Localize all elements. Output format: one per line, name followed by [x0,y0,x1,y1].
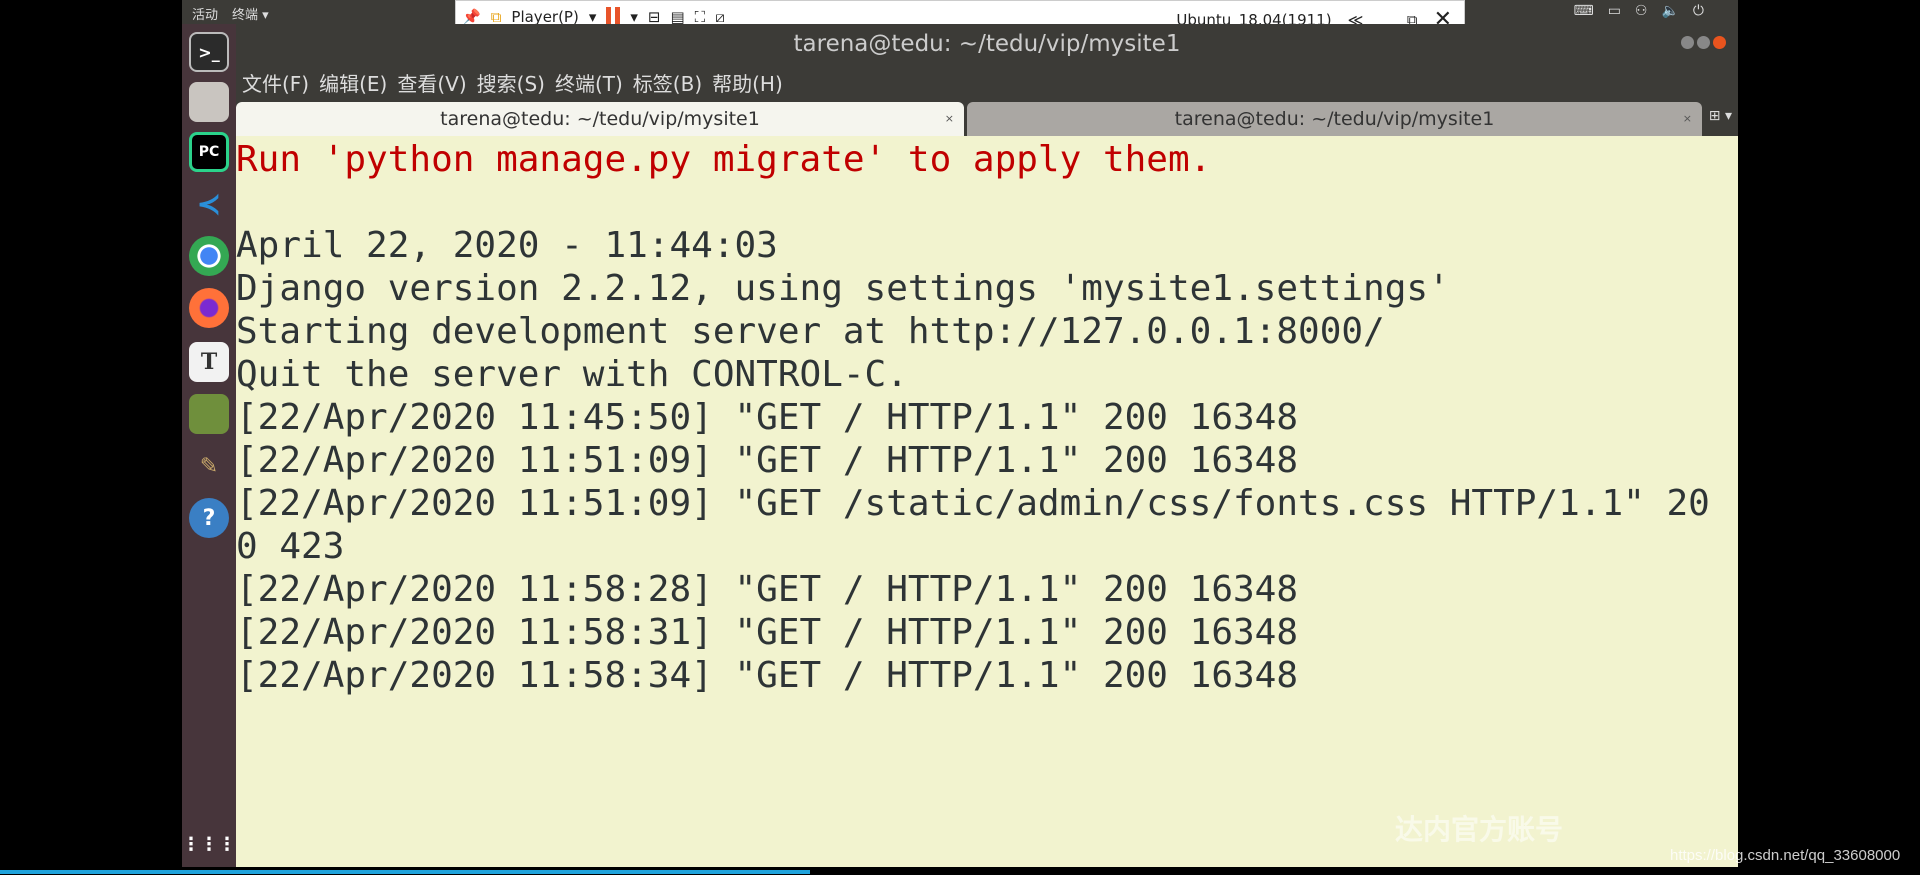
watermark-url: https://blog.csdn.net/qq_33608000 [1670,847,1901,864]
chrome-icon[interactable] [189,236,229,276]
window-title: tarena@tedu: ~/tedu/vip/mysite1 [793,31,1181,57]
menu-view[interactable]: 查看(V) [397,72,466,96]
tab-label: tarena@tedu: ~/tedu/vip/mysite1 [440,108,760,130]
app-menu[interactable]: 终端 ▾ [232,4,269,23]
tab-close-icon[interactable]: × [1683,102,1692,136]
minimize-button[interactable] [1681,36,1694,49]
help-icon[interactable]: ? [189,498,229,538]
terminal-line: [22/Apr/2020 11:58:34] "GET / HTTP/1.1" … [236,655,1299,696]
terminal-line: [22/Apr/2020 11:58:28] "GET / HTTP/1.1" … [236,569,1299,610]
system-tray[interactable]: ⌨▭⚇🔈⏻ [1574,3,1719,19]
terminal-line: [22/Apr/2020 11:51:09] "GET /static/admi… [236,483,1710,524]
terminal-line: April 22, 2020 - 11:44:03 [236,225,778,266]
terminal-line: Starting development server at http://12… [236,311,1385,352]
tab-bar: tarena@tedu: ~/tedu/vip/mysite1 × tarena@… [236,102,1738,136]
pycharm-icon[interactable]: PC [189,132,229,172]
migrate-warning: Run 'python manage.py migrate' to apply … [236,139,1212,180]
menu-file[interactable]: 文件(F) [242,72,309,96]
menu-bar: 文件(F) 编辑(E) 查看(V) 搜索(S) 终端(T) 标签(B) 帮助(H) [236,64,1738,104]
activities-button[interactable]: 活动 [192,4,218,23]
vscode-icon[interactable]: ≺ [189,184,229,224]
close-button[interactable] [1713,36,1726,49]
watermark: 达内官方账号 [1395,813,1564,846]
tab-label: tarena@tedu: ~/tedu/vip/mysite1 [1174,108,1495,130]
terminal-line: [22/Apr/2020 11:45:50] "GET / HTTP/1.1" … [236,397,1299,438]
window-title-bar: tarena@tedu: ~/tedu/vip/mysite1 [236,24,1738,64]
tab-2[interactable]: tarena@tedu: ~/tedu/vip/mysite1 × [967,102,1702,136]
menu-tabs[interactable]: 标签(B) [633,72,702,96]
paint-icon[interactable]: ✎ [189,446,229,486]
dock: >_ PC ≺ T ✎ ? ⋮⋮⋮ [182,24,236,867]
app-grid-icon[interactable]: ⋮⋮⋮ [182,824,236,864]
terminal-line: Django version 2.2.12, using settings 'm… [236,268,1450,309]
tab-close-icon[interactable]: × [945,102,954,136]
terminal-line: Quit the server with CONTROL-C. [236,354,908,395]
menu-help[interactable]: 帮助(H) [712,72,783,96]
tab-1[interactable]: tarena@tedu: ~/tedu/vip/mysite1 × [236,102,964,136]
firefox-icon[interactable] [189,288,229,328]
menu-terminal[interactable]: 终端(T) [555,72,623,96]
menu-search[interactable]: 搜索(S) [477,72,545,96]
terminal-line: [22/Apr/2020 11:58:31] "GET / HTTP/1.1" … [236,612,1299,653]
files-icon[interactable] [189,82,229,122]
terminal-output[interactable]: Run 'python manage.py migrate' to apply … [236,136,1738,867]
terminal-line: [22/Apr/2020 11:51:09] "GET / HTTP/1.1" … [236,440,1299,481]
terminal-line: 0 423 [236,526,345,567]
library-icon[interactable] [189,394,229,434]
typora-icon[interactable]: T [189,342,229,382]
video-progress-bar[interactable] [0,870,810,874]
menu-edit[interactable]: 编辑(E) [319,72,387,96]
terminal-icon[interactable]: >_ [189,32,229,72]
new-tab-icon[interactable]: ⊞ ▾ [1709,108,1732,124]
maximize-button[interactable] [1697,36,1710,49]
